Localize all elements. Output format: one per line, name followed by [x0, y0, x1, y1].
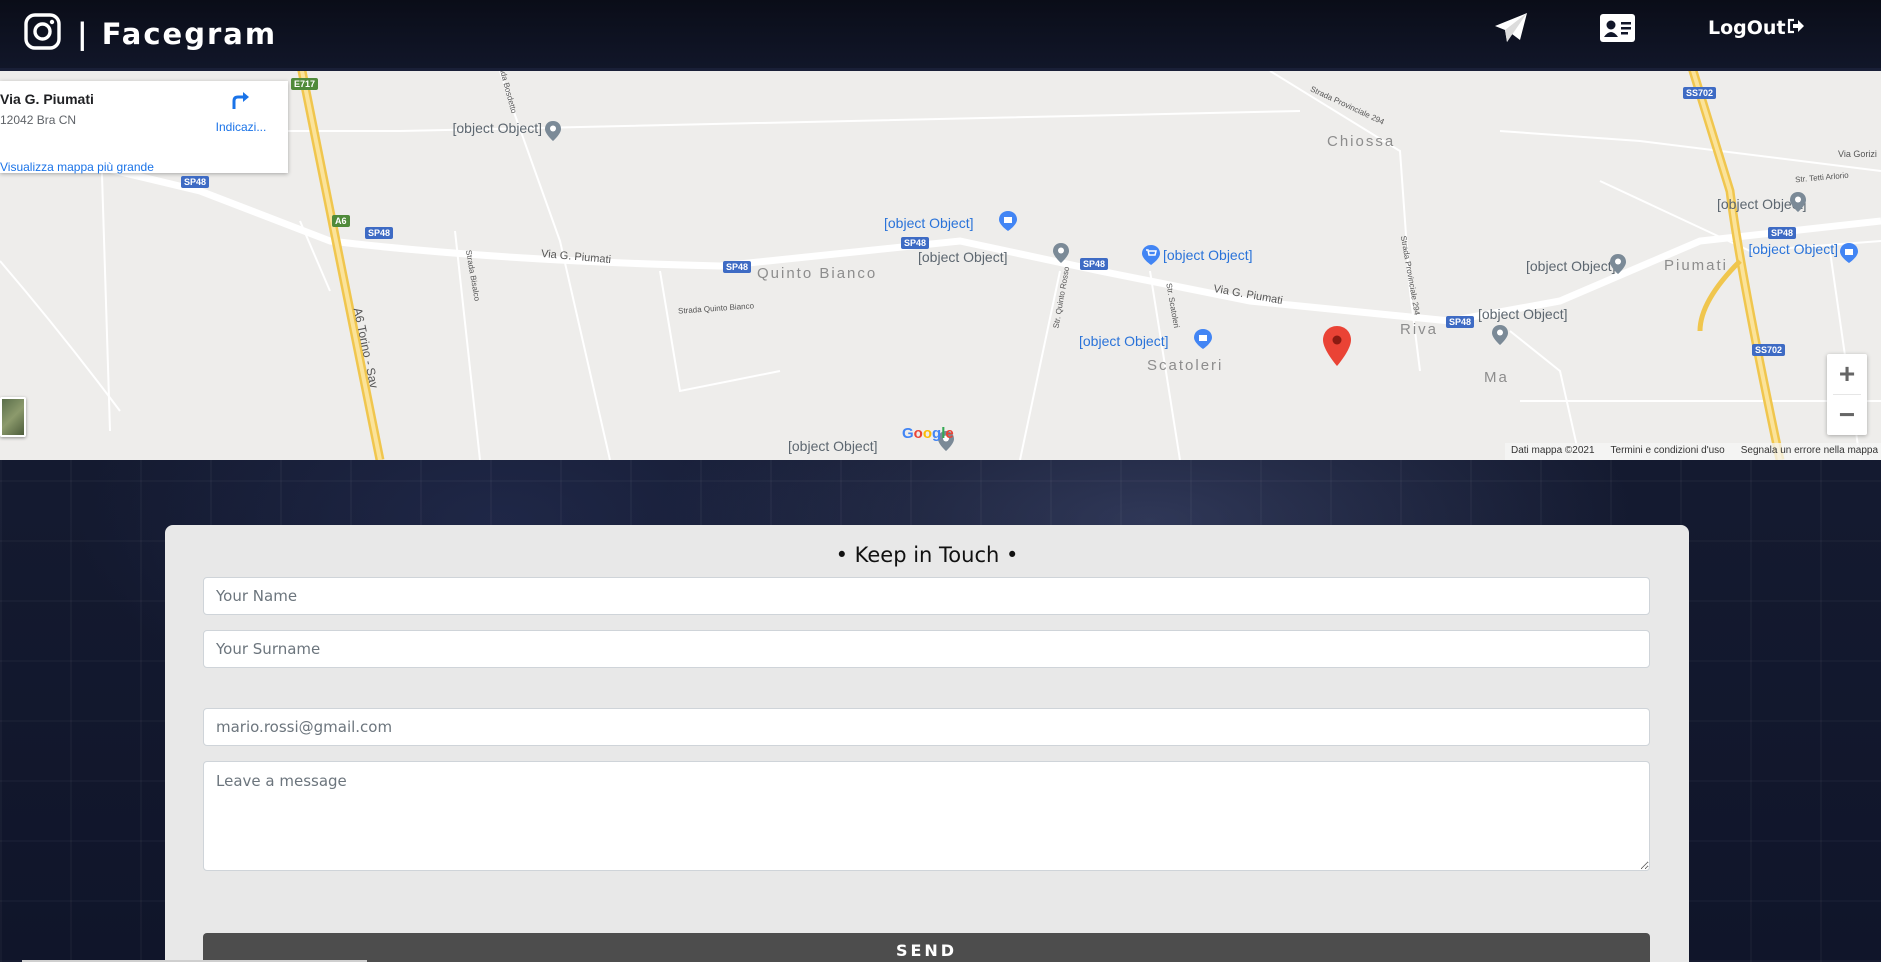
report-error-link[interactable]: Segnala un errore nella mappa — [1741, 445, 1878, 458]
poi-label[interactable]: [object Object] — [1478, 306, 1568, 322]
sign-out-icon — [1787, 17, 1805, 39]
map-pin-icon[interactable] — [1610, 254, 1626, 279]
form-title: • Keep in Touch • — [835, 543, 1019, 567]
minus-icon: − — [1838, 399, 1856, 430]
paper-plane-icon[interactable] — [1494, 12, 1528, 49]
logout-button[interactable]: LogOut — [1708, 17, 1805, 39]
road-shield: SS702 — [1683, 87, 1717, 99]
poi-label[interactable]: [object Object] — [1079, 333, 1169, 349]
send-button[interactable]: SEND — [203, 933, 1650, 962]
poi-label[interactable]: [object Object] — [1526, 258, 1616, 274]
larger-map-link[interactable]: Visualizza mappa più grande — [0, 160, 154, 174]
shopping-bag-icon[interactable] — [1194, 329, 1212, 354]
map-pin-icon[interactable] — [1790, 192, 1806, 217]
road-shield: SS702 — [1752, 344, 1786, 356]
road-shield: SP48 — [901, 237, 930, 249]
road-shield: SP48 — [181, 176, 210, 188]
contact-form-panel: • Keep in Touch • SEND — [165, 525, 1689, 962]
zoom-out-button[interactable]: − — [1827, 395, 1867, 435]
map-attribution: Dati mappa ©2021 Termini e condizioni d'… — [1505, 443, 1881, 460]
directions-icon — [230, 92, 252, 115]
place-label: Chiossa — [1327, 133, 1396, 150]
zoom-in-button[interactable]: + — [1827, 354, 1867, 394]
directions-button[interactable]: Indicazi... — [214, 89, 268, 134]
location-marker-icon[interactable] — [1323, 326, 1351, 371]
map-place-card: Via G. Piumati 12042 Bra CN Visualizza m… — [0, 81, 288, 174]
shopping-bag-icon[interactable] — [999, 211, 1017, 236]
place-title: Via G. Piumati — [0, 91, 94, 107]
directions-label: Indicazi... — [215, 120, 267, 134]
shopping-bag-icon[interactable] — [1840, 243, 1858, 268]
embedded-map[interactable]: Via G. Piumati 12042 Bra CN Visualizza m… — [0, 71, 1881, 460]
road-shield: SP48 — [365, 227, 394, 239]
road-shield: SP48 — [1768, 227, 1797, 239]
instagram-icon — [24, 13, 61, 55]
map-pin-icon[interactable] — [1053, 243, 1069, 268]
map-data-credit: Dati mappa ©2021 — [1511, 445, 1595, 456]
map-pin-icon[interactable] — [545, 121, 561, 146]
road-shield: SP48 — [1446, 316, 1475, 328]
satellite-toggle[interactable] — [0, 397, 26, 437]
poi-label[interactable]: [object Object] — [884, 215, 974, 231]
place-label: Scatoleri — [1147, 357, 1224, 374]
poi-label[interactable]: [object Object] — [1718, 241, 1839, 257]
email-input[interactable] — [203, 708, 1650, 746]
brand[interactable]: | Facegram — [24, 13, 277, 55]
id-card-icon[interactable] — [1600, 14, 1635, 47]
road-shield: E717 — [291, 78, 319, 90]
poi-label[interactable]: [object Object] — [918, 249, 1008, 265]
brand-name: | Facegram — [77, 17, 278, 51]
map-pin-icon[interactable] — [1492, 325, 1508, 350]
road-shield: SP48 — [1080, 258, 1109, 270]
shopping-cart-icon[interactable] — [1142, 245, 1160, 270]
message-textarea[interactable] — [203, 761, 1650, 871]
navbar: | Facegram LogOut — [0, 0, 1881, 68]
poi-label[interactable]: [object Object] — [414, 120, 543, 136]
place-label: Quinto Bianco — [757, 265, 878, 282]
name-input[interactable] — [203, 577, 1650, 615]
road-shield: A6 — [332, 215, 350, 227]
place-label: Ma — [1484, 369, 1509, 386]
poi-label[interactable]: [object Object] — [1163, 247, 1293, 263]
road-shield: SP48 — [723, 261, 752, 273]
road-label: Via Gorizi — [1838, 149, 1877, 159]
logout-label: LogOut — [1708, 17, 1786, 39]
surname-input[interactable] — [203, 630, 1650, 668]
zoom-controls: + − — [1827, 354, 1867, 435]
place-label: Piumati — [1664, 257, 1729, 274]
poi-label[interactable]: [object Object] — [788, 438, 878, 454]
google-logo: Google — [902, 425, 954, 442]
place-address: 12042 Bra CN — [0, 113, 77, 127]
place-label: Riva — [1400, 321, 1439, 338]
terms-link[interactable]: Termini e condizioni d'uso — [1611, 445, 1725, 458]
plus-icon: + — [1838, 358, 1856, 389]
